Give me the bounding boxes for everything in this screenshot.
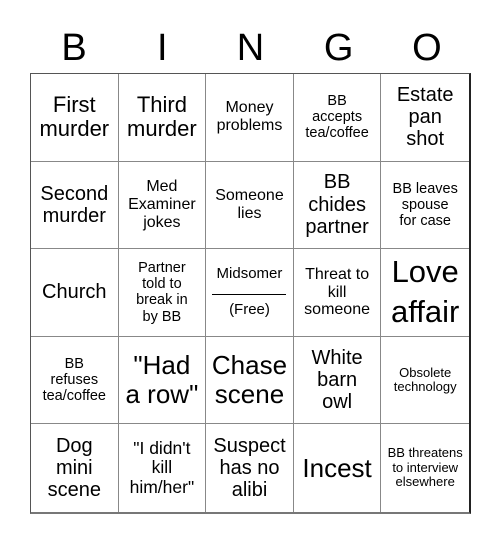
cell-text: Love affair bbox=[391, 254, 460, 330]
bingo-cell[interactable]: White barn owl bbox=[293, 336, 382, 425]
header-letter-g: G bbox=[323, 27, 354, 69]
bingo-cell[interactable]: Med Examiner jokes bbox=[118, 161, 207, 250]
header-letter-o: O bbox=[412, 27, 442, 69]
bingo-cell[interactable]: Dog mini scene bbox=[31, 424, 119, 512]
header-letter-i: I bbox=[157, 27, 168, 69]
cell-text: Someone lies bbox=[215, 186, 284, 222]
cell-text: Chase scene bbox=[211, 349, 288, 410]
cell-text: Church bbox=[42, 281, 107, 304]
bingo-cell[interactable]: Estate pan shot bbox=[381, 74, 469, 162]
free-space-divider bbox=[212, 294, 287, 296]
cell-text: Obsolete technology bbox=[393, 364, 457, 395]
header-letter-b: B bbox=[61, 27, 87, 69]
cell-text: Suspect has no alibi bbox=[213, 434, 286, 502]
bingo-cell[interactable]: Third murder bbox=[118, 74, 207, 162]
cell-text: Second murder bbox=[40, 182, 109, 227]
cell-text: BB refuses tea/coffee bbox=[42, 355, 107, 405]
bingo-cell[interactable]: BB chides partner bbox=[293, 161, 382, 250]
cell-text: "Had a row" bbox=[125, 349, 199, 410]
cell-text: Money problems bbox=[216, 99, 283, 135]
bingo-cell[interactable]: "I didn't kill him/her" bbox=[119, 424, 207, 512]
bingo-grid: First murder Third murder Money problems… bbox=[30, 73, 471, 514]
bingo-cell[interactable]: BB refuses tea/coffee bbox=[31, 336, 119, 425]
bingo-cell[interactable]: Church bbox=[31, 249, 119, 337]
bingo-cell[interactable]: Partner told to break in by BB bbox=[118, 249, 207, 337]
bingo-cell[interactable]: First murder bbox=[31, 74, 119, 162]
cell-text: White barn owl bbox=[311, 346, 363, 414]
cell-text: BB chides partner bbox=[305, 171, 369, 239]
cell-text: Partner told to break in by BB bbox=[136, 260, 188, 325]
bingo-cell[interactable]: Money problems bbox=[206, 74, 294, 162]
bingo-cell[interactable]: BB leaves spouse for case bbox=[381, 162, 469, 250]
bingo-cell[interactable]: Threat to kill someone bbox=[293, 249, 382, 337]
bingo-cell[interactable]: Suspect has no alibi bbox=[206, 424, 294, 512]
bingo-cell[interactable]: "Had a row" bbox=[118, 336, 207, 425]
bingo-cell[interactable]: Someone lies bbox=[206, 161, 294, 250]
bingo-cell[interactable]: Chase scene bbox=[206, 336, 294, 425]
cell-text: Estate pan shot bbox=[396, 83, 454, 151]
bingo-cell[interactable]: Obsolete technology bbox=[381, 337, 469, 425]
bingo-cell[interactable]: Incest bbox=[294, 424, 382, 512]
free-space-label: (Free) bbox=[229, 301, 270, 319]
free-space: Midsomer (Free) bbox=[212, 265, 287, 319]
bingo-cell[interactable]: BB threatens to interview elsewhere bbox=[381, 424, 469, 512]
bingo-header: B I N G O bbox=[30, 22, 471, 74]
cell-text: BB threatens to interview elsewhere bbox=[387, 445, 463, 490]
bingo-cell[interactable]: BB accepts tea/coffee bbox=[293, 74, 382, 162]
cell-text: Third murder bbox=[127, 91, 197, 142]
cell-text: BB leaves spouse for case bbox=[392, 180, 458, 229]
free-space-cell[interactable]: Midsomer (Free) bbox=[206, 249, 294, 337]
cell-text: "I didn't kill him/her" bbox=[129, 437, 195, 497]
cell-text: Threat to kill someone bbox=[304, 265, 370, 319]
cell-text: Med Examiner jokes bbox=[128, 178, 196, 231]
header-letter-n: N bbox=[236, 27, 265, 69]
cell-text: First murder bbox=[39, 91, 110, 142]
cell-text: Dog mini scene bbox=[47, 434, 101, 502]
bingo-cell[interactable]: Second murder bbox=[31, 161, 119, 250]
cell-text: BB accepts tea/coffee bbox=[305, 92, 369, 142]
free-space-title: Midsomer bbox=[216, 265, 283, 283]
bingo-cell[interactable]: Love affair bbox=[381, 249, 469, 337]
cell-text: Incest bbox=[302, 452, 372, 483]
